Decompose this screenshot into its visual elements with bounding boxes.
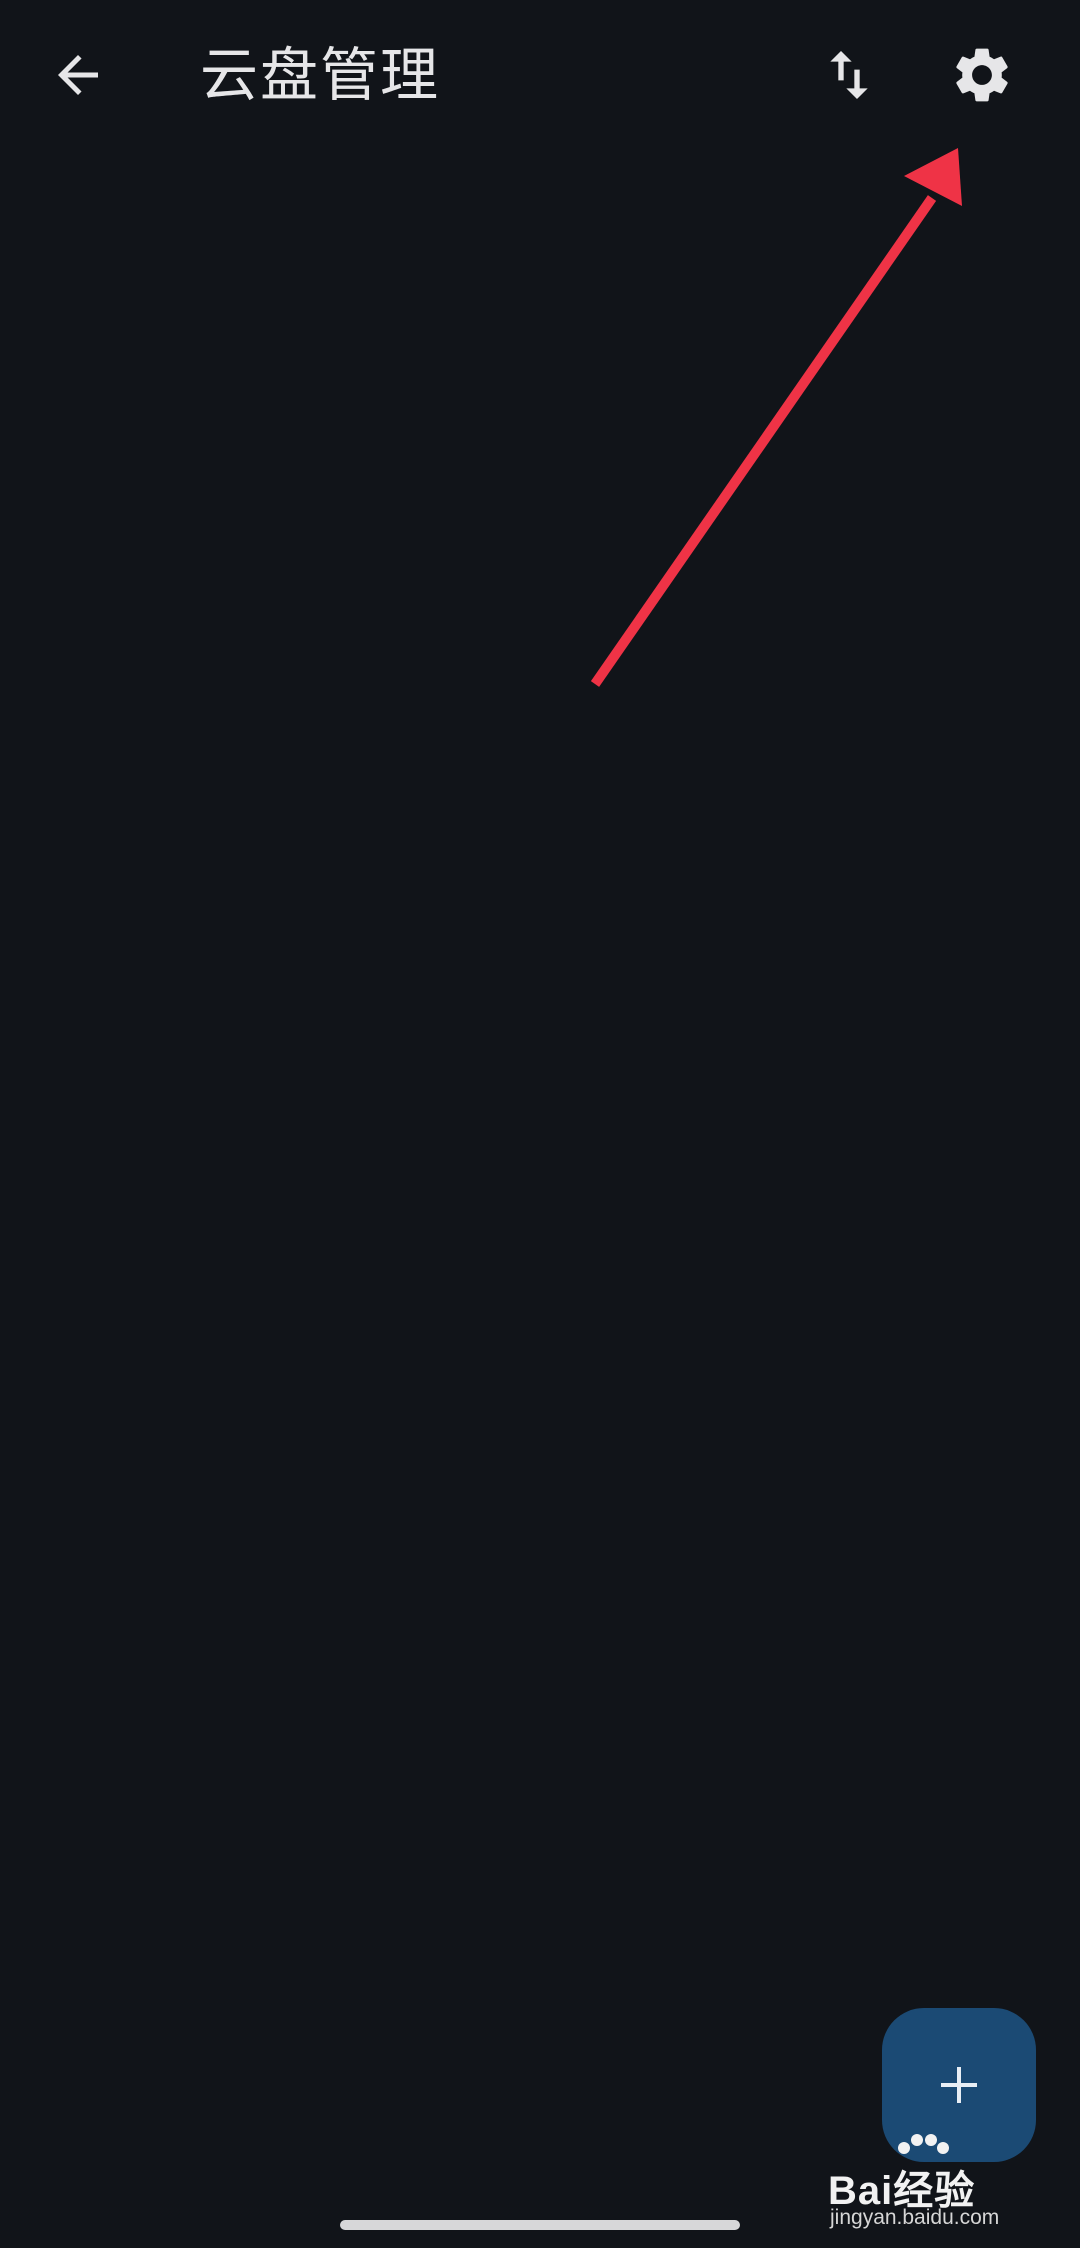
plus-icon [941, 2067, 977, 2103]
watermark: Bai经验 jingyan.baidu.com [828, 2130, 1028, 2230]
annotation-arrow [590, 148, 962, 687]
watermark-url: jingyan.baidu.com [830, 2206, 1000, 2229]
home-indicator[interactable] [340, 2220, 740, 2230]
